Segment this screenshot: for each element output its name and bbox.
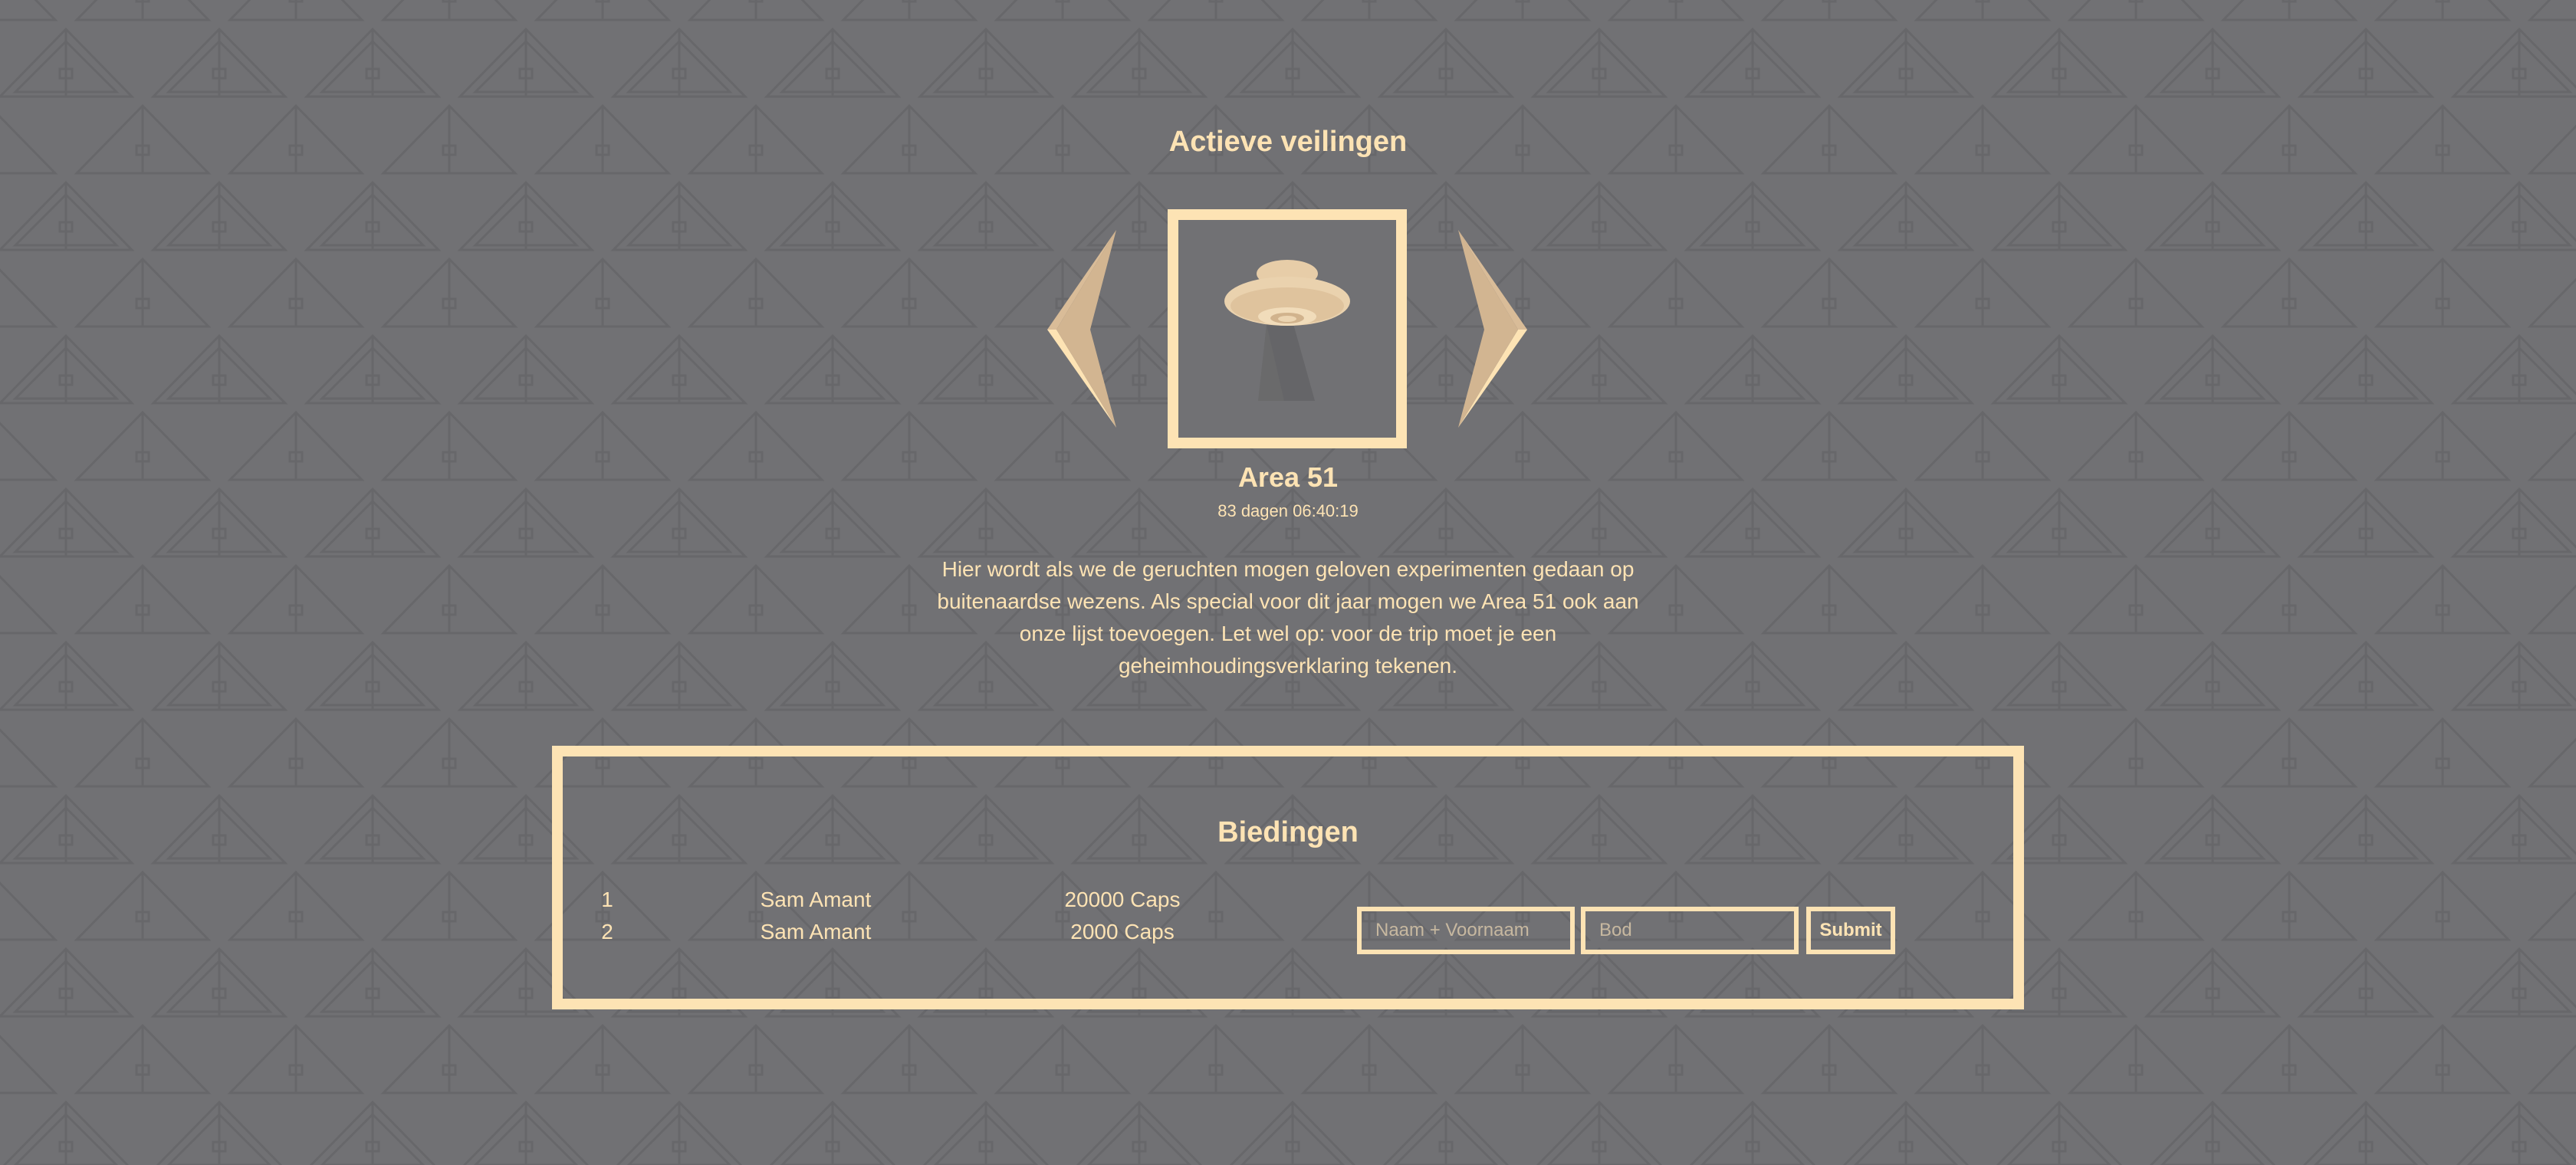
bid-row: 2 Sam Amant 2000 Caps bbox=[563, 916, 1329, 948]
ufo-icon bbox=[1224, 260, 1350, 401]
carousel-next-button[interactable] bbox=[1457, 228, 1530, 429]
submit-button[interactable]: Submit bbox=[1806, 907, 1895, 954]
bid-amount: 2000 Caps bbox=[1070, 920, 1175, 943]
page-title: Actieve veilingen bbox=[1168, 126, 1408, 158]
auction-countdown: 83 dagen 06:40:19 bbox=[1217, 501, 1359, 520]
item-description: Hier wordt als we de geruchten mogen gel… bbox=[937, 557, 1639, 678]
bids-panel: Biedingen 1 Sam Amant 20000 Caps 2 Sam A… bbox=[552, 746, 2024, 1009]
bid-amount: 20000 Caps bbox=[1064, 888, 1181, 911]
name-input[interactable] bbox=[1357, 907, 1575, 954]
bid-rank: 1 bbox=[601, 888, 613, 911]
bids-title: Biedingen bbox=[1217, 816, 1359, 848]
bid-name: Sam Amant bbox=[760, 920, 872, 943]
bid-rank: 2 bbox=[601, 920, 613, 943]
bid-input[interactable] bbox=[1581, 907, 1799, 954]
bid-name: Sam Amant bbox=[760, 888, 872, 911]
chevron-left-icon bbox=[1047, 230, 1116, 428]
item-title: Area 51 bbox=[1237, 461, 1339, 493]
item-image-frame[interactable] bbox=[1168, 209, 1407, 448]
bid-row: 1 Sam Amant 20000 Caps bbox=[563, 884, 1329, 916]
carousel-prev-button[interactable] bbox=[1044, 228, 1118, 429]
chevron-right-icon bbox=[1458, 230, 1527, 428]
